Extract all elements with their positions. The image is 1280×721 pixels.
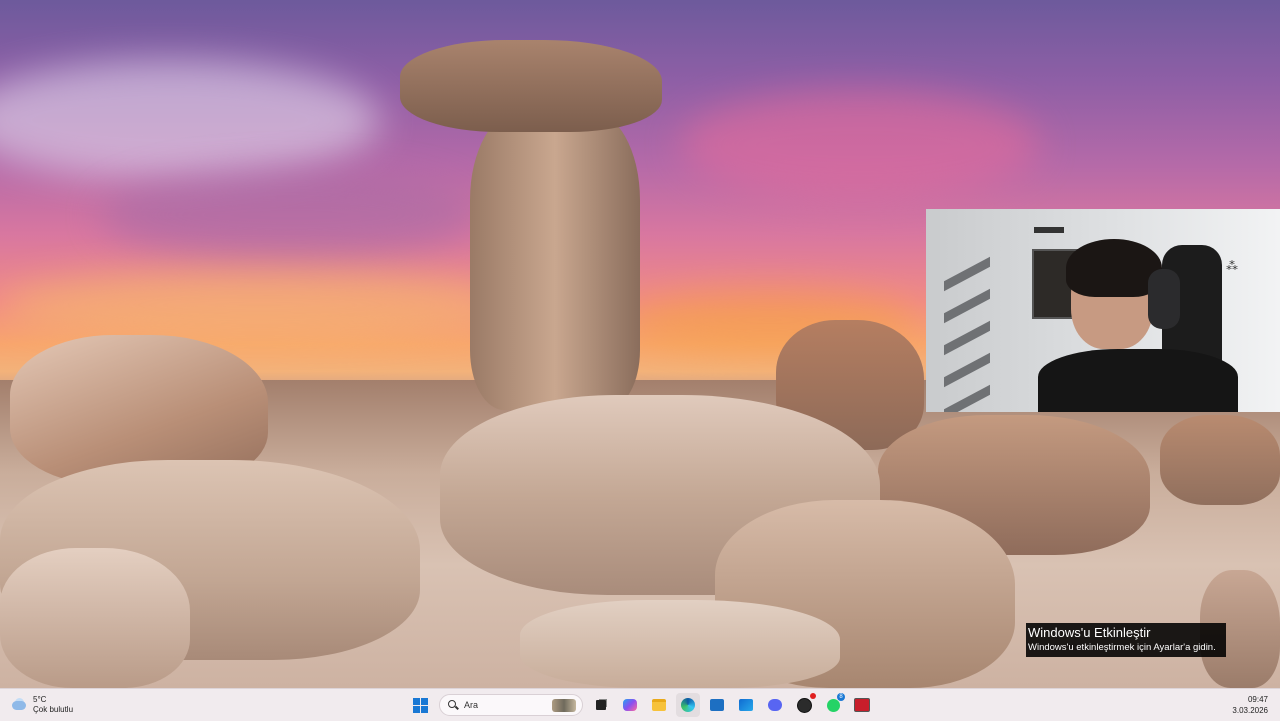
wall-shelf: [944, 256, 994, 412]
cloud-icon: [10, 698, 28, 712]
rock-foreground: [520, 600, 840, 688]
whatsapp-badge: 8: [837, 693, 845, 701]
wallpaper-cloud: [0, 270, 520, 340]
clock-time: 09:47: [1247, 695, 1268, 704]
search-highlight-image: [552, 699, 576, 712]
edge-icon: [681, 698, 695, 712]
file-explorer-button[interactable]: [647, 693, 671, 717]
voicemeeter-icon: [854, 698, 870, 712]
search-icon: [448, 700, 458, 710]
whatsapp-icon: [826, 698, 840, 712]
wall-lamp: [1034, 227, 1064, 233]
folder-icon: [652, 699, 666, 711]
task-view-icon: [596, 700, 606, 710]
start-button[interactable]: [408, 693, 432, 717]
windows-activation-watermark: Windows'u Etkinleştir Windows'u etkinleş…: [1026, 623, 1226, 657]
discord-button[interactable]: [763, 693, 787, 717]
obs-live-dot: [810, 693, 816, 699]
obs-icon: [796, 697, 812, 713]
outlook-button[interactable]: [734, 693, 758, 717]
rock-foreground: [0, 548, 190, 688]
search-input[interactable]: [464, 700, 544, 710]
headphones: [1148, 269, 1180, 329]
wallpaper-cloud: [0, 60, 380, 180]
person-body: [1038, 349, 1238, 412]
clock-date: 3.03.2026: [1232, 706, 1268, 715]
wall-logo-icon: ⁂: [1226, 259, 1238, 273]
voicemeeter-button[interactable]: [850, 693, 874, 717]
taskbar-center: 8: [408, 693, 879, 717]
wallpaper-cloud: [100, 170, 480, 260]
store-button[interactable]: [705, 693, 729, 717]
obs-button[interactable]: [792, 693, 816, 717]
copilot-button[interactable]: [618, 693, 642, 717]
hoodoo-far-right: [1160, 415, 1280, 505]
taskbar: 5°C Çok bulutlu Ara 8 09:47 3.03.2026: [0, 688, 1280, 721]
weather-condition: Çok bulutlu: [33, 705, 74, 714]
taskbar-search[interactable]: [439, 694, 583, 716]
store-icon: [710, 699, 724, 711]
webcam-overlay: ⁂: [926, 209, 1280, 412]
hoodoo-column: [470, 110, 640, 410]
edge-button[interactable]: [676, 693, 700, 717]
windows-logo-icon: [412, 697, 428, 713]
copilot-icon: [623, 699, 637, 711]
activation-subtitle: Windows'u etkinleştirmek için Ayarlar'a …: [1028, 642, 1216, 653]
discord-icon: [768, 699, 782, 711]
task-view-button[interactable]: [589, 693, 613, 717]
weather-widget[interactable]: 5°C Çok bulutlu: [10, 693, 73, 717]
whatsapp-button[interactable]: 8: [821, 693, 845, 717]
hoodoo-cap: [400, 40, 662, 132]
system-clock[interactable]: 09:47 3.03.2026: [1232, 694, 1268, 716]
wallpaper-cloud: [680, 90, 1040, 200]
outlook-icon: [739, 699, 753, 711]
weather-temperature: 5°C: [33, 695, 47, 704]
activation-title: Windows'u Etkinleştir: [1028, 625, 1151, 640]
